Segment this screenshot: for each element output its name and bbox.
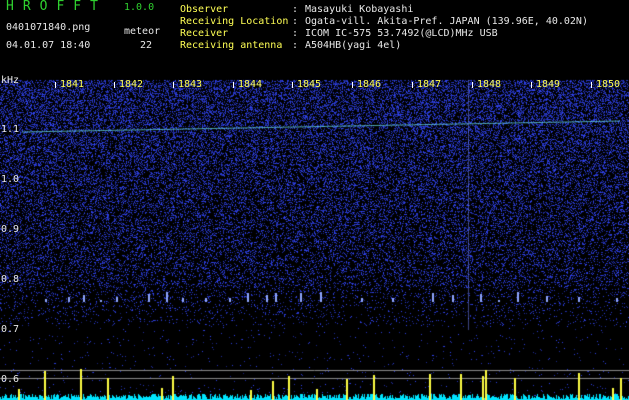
x-tick-1848: 1848 — [477, 79, 502, 90]
x-tick-mark — [233, 82, 234, 88]
observer-value: Masayuki Kobayashi — [305, 4, 414, 15]
x-tick-mark — [292, 82, 293, 88]
x-tick-1849: 1849 — [536, 79, 561, 90]
app-version: 1.0.0 — [124, 2, 155, 13]
receiver-colon: : — [292, 28, 299, 39]
x-tick-mark — [531, 82, 532, 88]
x-tick-mark — [114, 82, 115, 88]
app-title: HROFFT — [6, 0, 107, 14]
antenna-colon: : — [292, 40, 299, 51]
x-tick-mark — [591, 82, 592, 88]
y-tick-0-7: 0.7 — [1, 324, 20, 335]
x-tick-1842: 1842 — [119, 79, 144, 90]
spectrogram-panel: kHz 1.1 1.0 0.9 0.8 0.7 0.6 1841 1842 18… — [0, 76, 629, 400]
x-tick-mark — [352, 82, 353, 88]
x-tick-1844: 1844 — [238, 79, 263, 90]
receiver-label: Receiver — [180, 28, 229, 39]
antenna-label: Receiving antenna — [180, 40, 283, 51]
x-tick-mark — [472, 82, 473, 88]
y-tick-0-6: 0.6 — [1, 374, 20, 385]
location-colon: : — [292, 16, 299, 27]
x-tick-1850: 1850 — [596, 79, 621, 90]
meteor-label: meteor — [124, 26, 161, 37]
y-tick-1-0: 1.0 — [1, 174, 20, 185]
receiver-value: ICOM IC-575 53.7492(@LCD)MHz USB — [305, 28, 498, 39]
x-tick-mark — [412, 82, 413, 88]
y-tick-0-8: 0.8 — [1, 274, 20, 285]
x-tick-1841: 1841 — [60, 79, 85, 90]
capture-datetime: 04.01.07 18:40 — [6, 40, 91, 51]
spectrogram-canvas — [0, 76, 629, 400]
location-value: Ogata-vill. Akita-Pref. JAPAN (139.96E, … — [305, 16, 588, 27]
header-panel: HROFFT 1.0.0 0401071840.png 04.01.07 18:… — [0, 0, 629, 75]
observer-colon: : — [292, 4, 299, 15]
x-tick-1845: 1845 — [297, 79, 322, 90]
y-tick-1-1: 1.1 — [1, 124, 20, 135]
x-tick-mark — [173, 82, 174, 88]
location-label: Receiving Location — [180, 16, 289, 27]
y-tick-0-9: 0.9 — [1, 224, 20, 235]
capture-filename: 0401071840.png — [6, 22, 91, 33]
x-tick-1846: 1846 — [357, 79, 382, 90]
meteor-count: 22 — [140, 40, 153, 51]
x-tick-1843: 1843 — [178, 79, 203, 90]
observer-label: Observer — [180, 4, 229, 15]
x-tick-1847: 1847 — [417, 79, 442, 90]
freq-unit-label: kHz — [1, 75, 20, 86]
x-tick-mark — [55, 82, 56, 88]
antenna-value: A504HB(yagi 4el) — [305, 40, 402, 51]
